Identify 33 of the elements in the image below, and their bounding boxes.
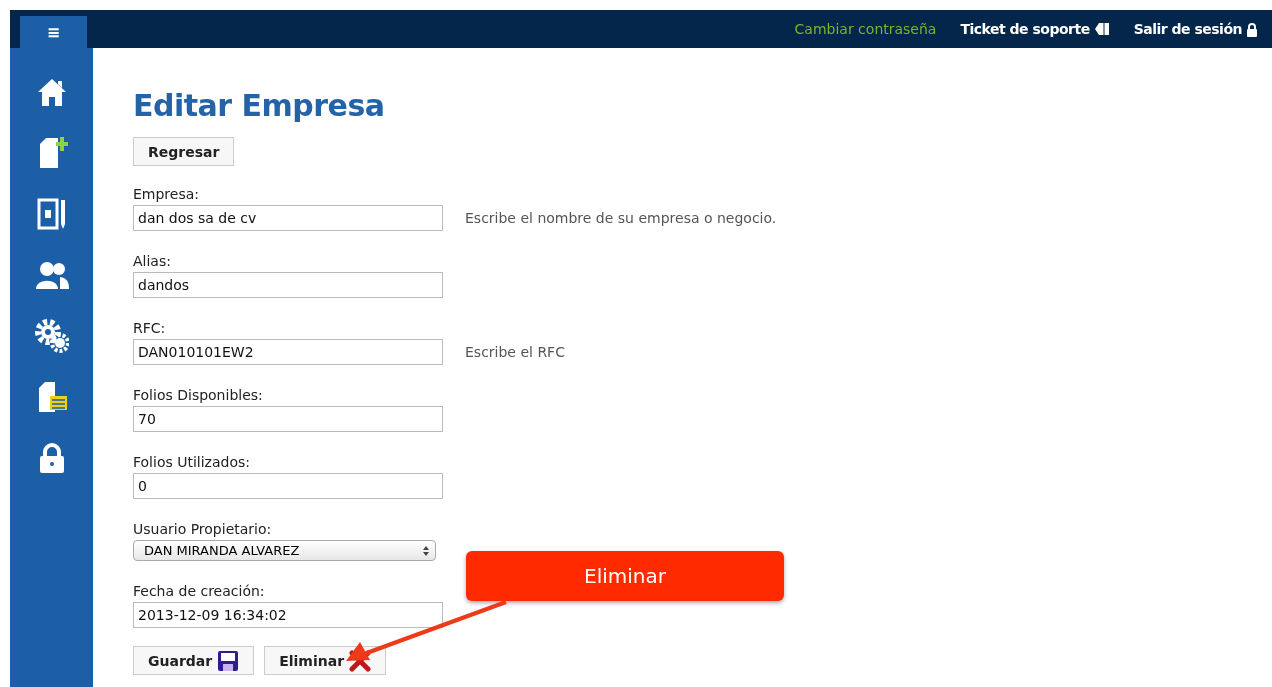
field-label: Folios Disponibles: <box>133 387 264 403</box>
document-pen-icon[interactable] <box>35 197 68 231</box>
field-label: Fecha de creación: <box>133 583 266 599</box>
field-label: RFC: <box>133 320 167 336</box>
field-label: Folios Utilizados: <box>133 454 251 470</box>
field-label: Usuario Propietario: <box>133 521 273 537</box>
menu-button[interactable]: ≡ <box>20 16 87 48</box>
input-field[interactable]: 2013-12-09 16:34:02 <box>133 602 443 628</box>
top-link[interactable]: Cambiar contraseña <box>794 21 937 37</box>
input-field[interactable]: 0 <box>133 473 443 499</box>
input-field[interactable]: dandos <box>133 272 443 298</box>
gears-icon[interactable] <box>34 319 69 353</box>
page-title: Editar Empresa <box>133 88 386 123</box>
field-label: Empresa: <box>133 186 201 202</box>
ticket-icon <box>1093 21 1110 37</box>
users-icon[interactable] <box>34 260 69 290</box>
input-field[interactable]: 70 <box>133 406 443 432</box>
lock-icon[interactable] <box>37 442 66 474</box>
save-button[interactable]: Guardar <box>133 646 255 675</box>
cross-icon <box>349 649 372 672</box>
top-link[interactable]: Salir de sesión <box>1133 21 1258 37</box>
input-field[interactable]: dan dos sa de cv <box>133 205 443 231</box>
input-field[interactable]: DAN010101EW2 <box>133 339 443 365</box>
lock-icon <box>1246 21 1258 37</box>
field-hint: Escribe el nombre de su empresa o negocio. <box>465 210 777 226</box>
updown-icon <box>423 545 429 556</box>
top-link[interactable]: Ticket de soporte <box>960 21 1110 37</box>
field-hint: Escribe el RFC <box>465 344 565 360</box>
select-field[interactable]: DAN MIRANDA ALVAREZ <box>133 540 436 561</box>
callout-label: Eliminar <box>466 551 784 601</box>
delete-button[interactable]: Eliminar <box>264 646 387 675</box>
back-button[interactable]: Regresar <box>133 137 235 166</box>
field-label: Alias: <box>133 253 172 269</box>
